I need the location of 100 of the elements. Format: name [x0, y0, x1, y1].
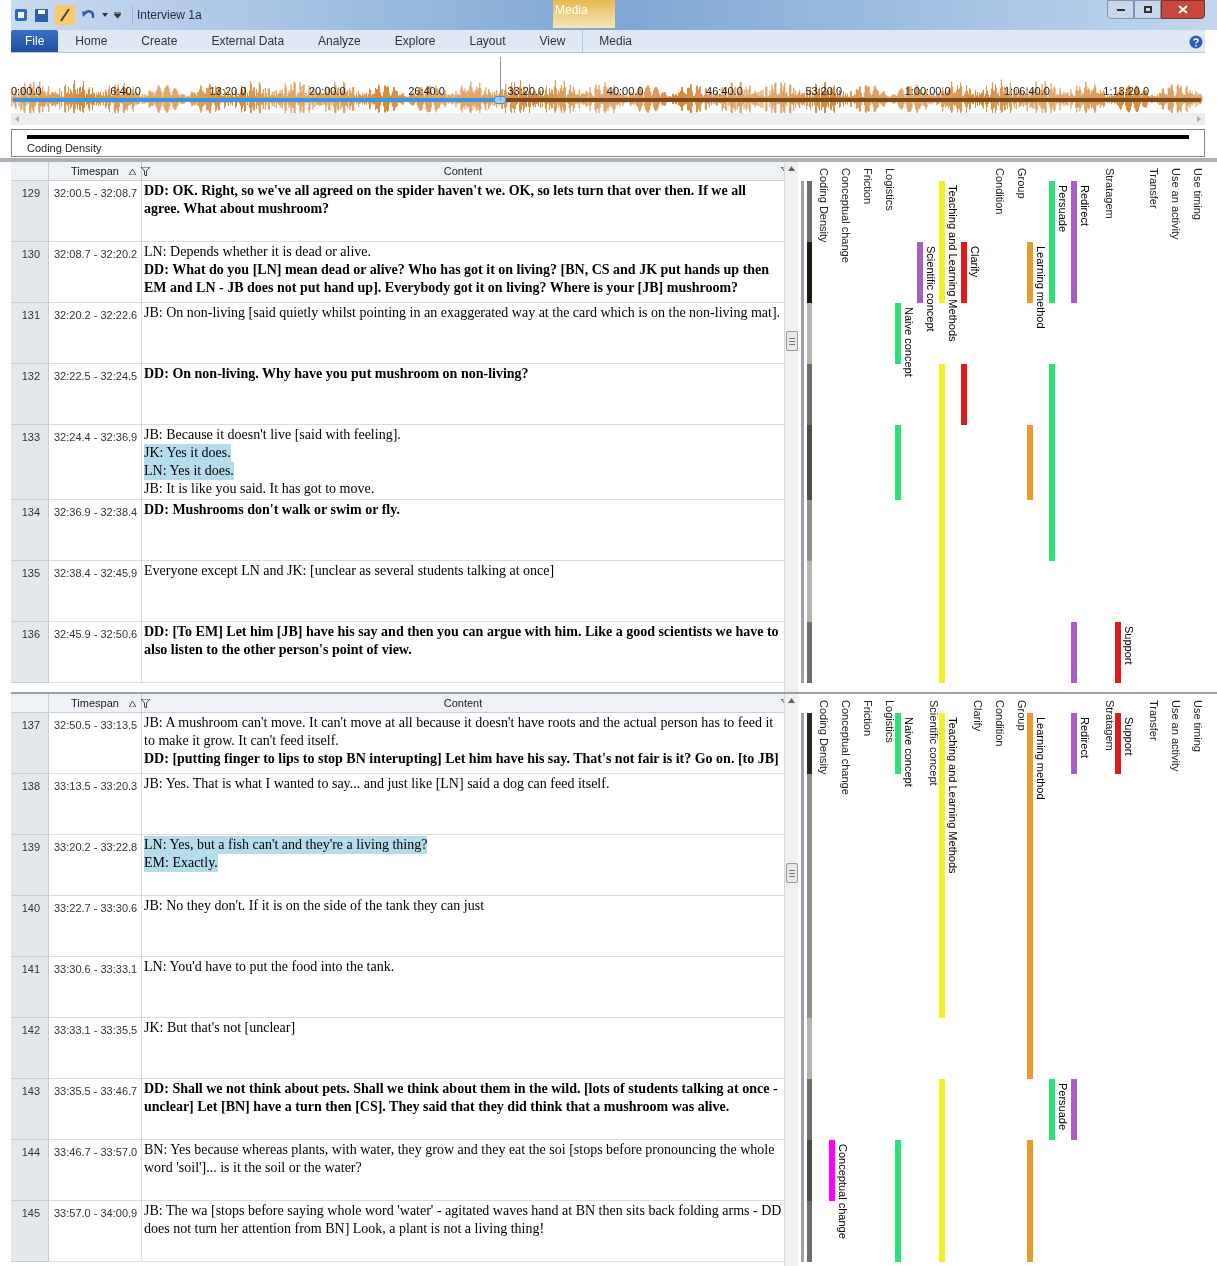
coding-stripe[interactable]	[895, 1140, 901, 1201]
dropdown-icon[interactable]	[102, 13, 108, 17]
stripe-header-label: Use an activity	[1169, 700, 1182, 772]
scrollbar-thumb[interactable]	[785, 331, 798, 351]
coding-stripe[interactable]	[1071, 713, 1077, 774]
coding-stripe[interactable]	[1049, 364, 1055, 425]
timespan-header[interactable]: Timespan	[49, 694, 142, 713]
coding-stripe[interactable]	[1115, 713, 1121, 774]
ribbon-tab[interactable]: Explore	[377, 30, 453, 52]
pencil-icon[interactable]	[55, 5, 75, 25]
stripe-label: Teaching and Learning Methods	[946, 717, 959, 874]
coding-stripe[interactable]	[961, 364, 967, 425]
stripe-label: Support	[1122, 626, 1135, 665]
scroll-right-icon[interactable]	[1197, 116, 1201, 122]
vertical-scrollbar[interactable]	[784, 694, 798, 1266]
coding-stripe[interactable]	[1027, 242, 1033, 303]
row-number[interactable]: 143	[11, 1079, 49, 1140]
content-header[interactable]: Content	[142, 162, 784, 181]
coding-stripe[interactable]	[939, 1201, 945, 1262]
coding-stripe[interactable]	[1071, 622, 1077, 683]
horizontal-scrollbar[interactable]	[11, 113, 1205, 125]
row-number[interactable]: 132	[11, 364, 49, 425]
coding-stripe[interactable]	[1027, 713, 1033, 774]
row-number[interactable]: 130	[11, 242, 49, 303]
timespan-cell: 33:57.0 - 34:00.9	[49, 1201, 142, 1262]
row-number[interactable]: 136	[11, 622, 49, 683]
help-icon[interactable]	[1189, 35, 1203, 49]
window-title: Interview 1a	[132, 6, 202, 24]
close-button[interactable]	[1161, 0, 1205, 19]
coding-stripe[interactable]	[1049, 1079, 1055, 1140]
coding-stripe[interactable]	[895, 425, 901, 500]
timeline-track[interactable]	[13, 98, 1201, 102]
row-number[interactable]: 133	[11, 425, 49, 500]
coding-stripe[interactable]	[939, 713, 945, 774]
coding-stripe[interactable]	[939, 622, 945, 683]
vertical-scrollbar[interactable]	[784, 162, 798, 692]
sort-icon[interactable]	[129, 701, 136, 707]
row-number[interactable]: 129	[11, 181, 49, 242]
stripe-header-label: Stratagem	[1103, 168, 1116, 219]
coding-stripe[interactable]	[939, 957, 945, 1018]
coding-stripe[interactable]	[939, 181, 945, 242]
ribbon-tab[interactable]: File	[11, 30, 59, 52]
restore-button[interactable]	[1134, 0, 1161, 19]
coding-stripe[interactable]	[1027, 1201, 1033, 1262]
coding-stripe[interactable]	[1049, 181, 1055, 242]
coding-stripe[interactable]	[1071, 181, 1077, 242]
coding-stripe[interactable]	[1027, 1018, 1033, 1079]
ribbon-tab[interactable]: Media	[582, 30, 648, 52]
row-number[interactable]: 140	[11, 896, 49, 957]
scrollbar-thumb[interactable]	[785, 863, 798, 883]
ribbon-tab[interactable]: Layout	[452, 30, 523, 52]
coding-stripe[interactable]	[1027, 425, 1033, 500]
filter-icon[interactable]	[141, 167, 150, 176]
scroll-up-icon[interactable]	[788, 698, 795, 703]
save-icon[interactable]	[34, 7, 49, 23]
ribbon-tab[interactable]: Create	[124, 30, 195, 52]
transcript-line: JB: Because it doesn't live [said with feeling].	[144, 426, 401, 444]
row-number[interactable]: 142	[11, 1018, 49, 1079]
row-number[interactable]: 145	[11, 1201, 49, 1262]
coding-stripe[interactable]	[829, 1140, 835, 1201]
ribbon-tab[interactable]: External Data	[194, 30, 302, 52]
stripe-header-label: Use an activity	[1169, 168, 1182, 240]
timespan-cell: 32:20.2 - 32:22.6	[49, 303, 142, 364]
coding-stripe[interactable]	[1071, 1079, 1077, 1140]
row-number[interactable]: 144	[11, 1140, 49, 1201]
stripe-header-label: Group	[1015, 700, 1028, 731]
row-number[interactable]: 137	[11, 713, 49, 774]
timespan-header[interactable]: Timespan	[49, 162, 142, 181]
playhead-handle[interactable]	[494, 96, 507, 104]
coding-stripe[interactable]	[939, 364, 945, 425]
filter-icon[interactable]	[141, 699, 150, 708]
scroll-left-icon[interactable]	[15, 116, 19, 122]
coding-stripe[interactable]	[1049, 500, 1055, 561]
content-header[interactable]: Content	[142, 694, 784, 713]
coding-stripe[interactable]	[1049, 242, 1055, 303]
row-number[interactable]: 141	[11, 957, 49, 1018]
coding-stripe[interactable]	[939, 242, 945, 303]
customize-icon[interactable]	[114, 12, 121, 18]
ribbon-tab[interactable]: Analyze	[301, 30, 378, 52]
ribbon-tab[interactable]: View	[522, 30, 583, 52]
coding-stripe[interactable]	[939, 1079, 945, 1140]
sort-icon[interactable]	[129, 169, 136, 175]
row-number[interactable]: 138	[11, 774, 49, 835]
coding-stripe[interactable]	[895, 713, 901, 774]
coding-stripe[interactable]	[895, 303, 901, 364]
scroll-up-icon[interactable]	[788, 166, 795, 171]
coding-stripe[interactable]	[917, 242, 923, 303]
row-number[interactable]: 131	[11, 303, 49, 364]
coding-stripe[interactable]	[1115, 622, 1121, 683]
coding-stripe[interactable]	[1071, 242, 1077, 303]
ribbon-tab[interactable]: Home	[58, 30, 125, 52]
coding-stripe[interactable]	[895, 1201, 901, 1262]
app-icon[interactable]	[14, 8, 28, 22]
row-number[interactable]: 139	[11, 835, 49, 896]
minimize-button[interactable]	[1107, 0, 1134, 19]
coding-stripe[interactable]	[961, 242, 967, 303]
timespan-cell: 33:35.5 - 33:46.7	[49, 1079, 142, 1140]
row-number[interactable]: 134	[11, 500, 49, 561]
row-number[interactable]: 135	[11, 561, 49, 622]
coding-stripe[interactable]	[1027, 1140, 1033, 1201]
